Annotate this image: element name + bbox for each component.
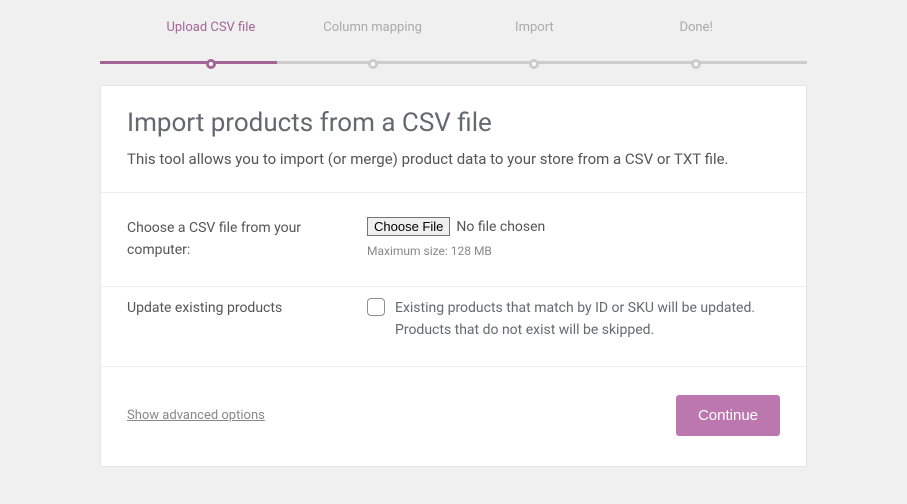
- step-mapping: Column mapping: [292, 20, 454, 63]
- page-title: Import products from a CSV file: [127, 108, 780, 138]
- show-advanced-link[interactable]: Show advanced options: [127, 408, 265, 423]
- step-dot-icon: [529, 59, 539, 69]
- wizard-stepper: Upload CSV file Column mapping Import Do…: [100, 20, 807, 63]
- page-lead: This tool allows you to import (or merge…: [127, 150, 780, 168]
- choose-file-button[interactable]: Choose File: [367, 217, 450, 236]
- step-label: Done!: [679, 20, 712, 35]
- section-update-existing: Update existing products Existing produc…: [101, 286, 806, 366]
- step-done: Done!: [615, 20, 777, 63]
- step-dot-icon: [691, 59, 701, 69]
- import-card: Import products from a CSV file This too…: [100, 85, 807, 467]
- step-upload[interactable]: Upload CSV file: [130, 20, 292, 63]
- stepper-progress: [100, 61, 277, 64]
- step-label: Import: [515, 20, 554, 35]
- step-dot-icon: [368, 59, 378, 69]
- choose-file-label: Choose a CSV file from your computer:: [127, 217, 337, 262]
- step-label: Upload CSV file: [166, 20, 255, 35]
- step-dot-icon: [206, 59, 216, 69]
- file-chosen-status: No file chosen: [456, 219, 545, 235]
- update-existing-checkbox[interactable]: [367, 298, 385, 316]
- card-footer: Show advanced options Continue: [101, 366, 806, 466]
- step-import: Import: [454, 20, 616, 63]
- section-choose-file: Choose a CSV file from your computer: Ch…: [101, 192, 806, 286]
- max-size-hint: Maximum size: 128 MB: [367, 244, 780, 258]
- update-existing-label: Update existing products: [127, 297, 337, 342]
- update-existing-description: Existing products that match by ID or SK…: [395, 297, 780, 342]
- continue-button[interactable]: Continue: [676, 395, 780, 436]
- step-label: Column mapping: [323, 20, 422, 35]
